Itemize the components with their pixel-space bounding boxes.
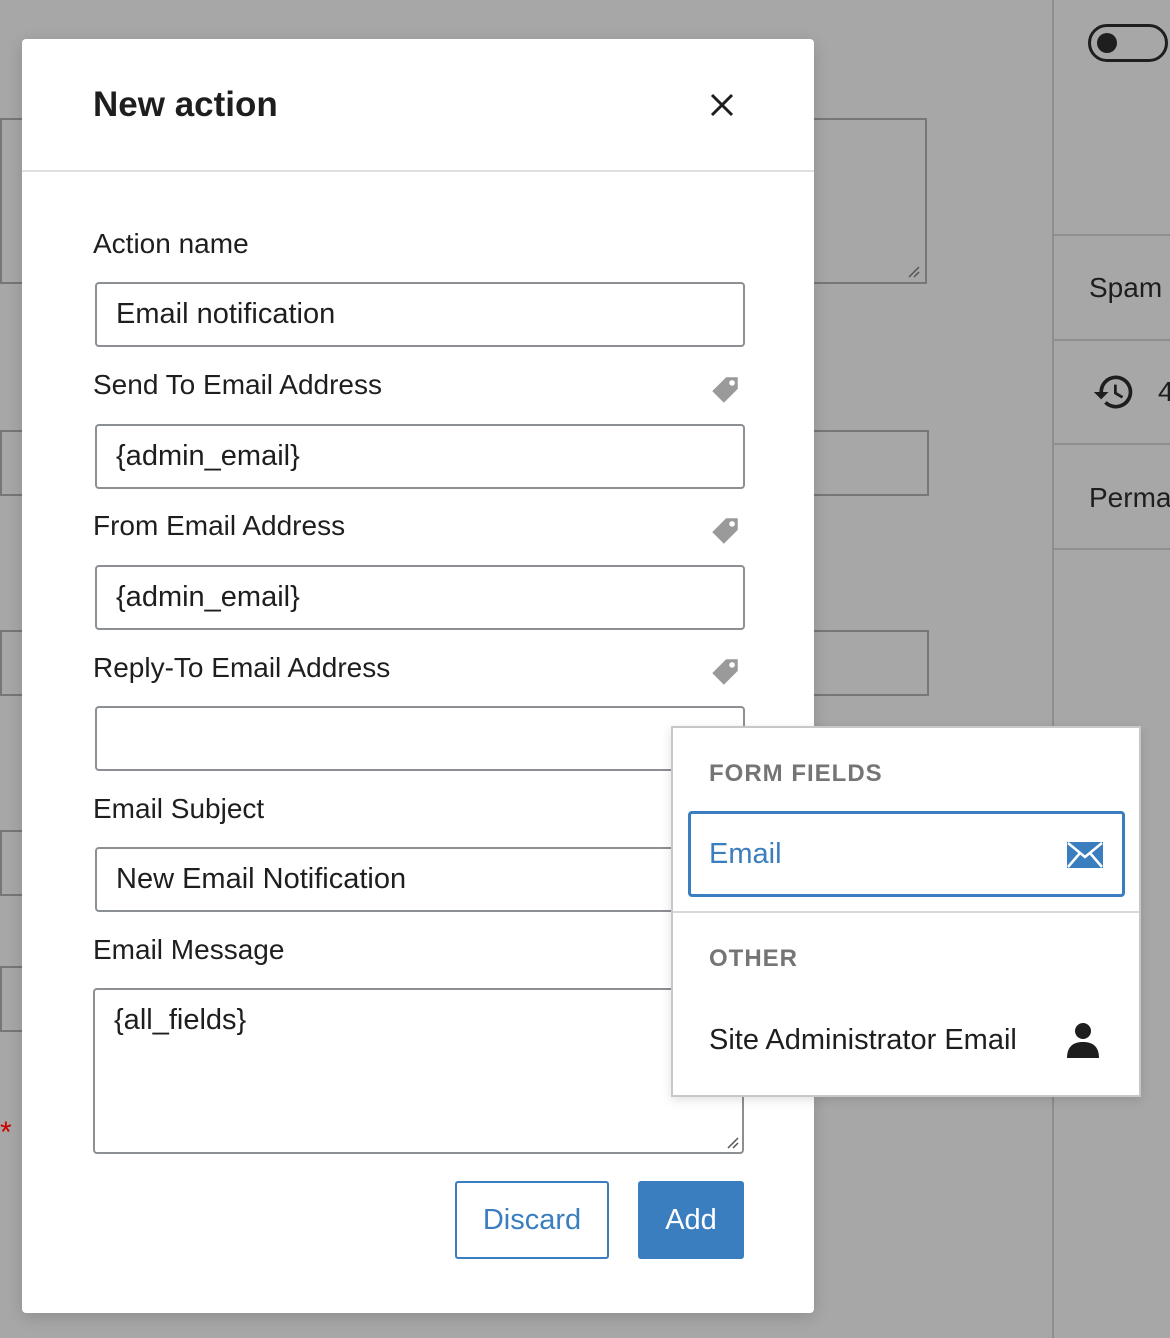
divider [1054, 339, 1170, 341]
bg-sidebar [1052, 0, 1170, 1338]
user-icon [1067, 1023, 1099, 1058]
divider [1054, 234, 1170, 236]
sidebar-item-spam: Spam [1089, 272, 1163, 303]
discard-button[interactable]: Discard [455, 1181, 609, 1259]
modal-header: New action [22, 39, 814, 172]
email-subject-input[interactable]: New Email Notification [95, 847, 745, 912]
envelope-icon [1067, 842, 1103, 868]
close-button[interactable] [702, 85, 742, 125]
history-icon [1093, 375, 1133, 409]
resize-handle-icon [908, 266, 920, 278]
add-button[interactable]: Add [638, 1181, 744, 1259]
revisions-count: 4 [1158, 376, 1170, 407]
required-marker: * [0, 1116, 12, 1149]
reply-to-label: Reply-To Email Address [93, 652, 391, 683]
reply-to-input[interactable] [95, 706, 745, 771]
new-action-modal: New action Action name Email notificatio… [22, 39, 814, 1313]
dropdown-divider [673, 911, 1139, 913]
from-email-label: From Email Address [93, 510, 346, 541]
section-heading-form-fields: FORM FIELDS [709, 760, 883, 787]
divider [1054, 443, 1170, 445]
section-heading-other: OTHER [709, 945, 798, 972]
action-name-label: Action name [93, 228, 249, 259]
modal-title: New action [93, 85, 278, 124]
dropdown-item-email[interactable]: Email [688, 811, 1125, 897]
dropdown-item-label: Site Administrator Email [709, 1024, 1017, 1056]
email-message-value: {all_fields} [114, 1004, 247, 1036]
tag-icon[interactable] [708, 373, 742, 407]
send-to-label: Send To Email Address [93, 369, 382, 400]
action-name-input[interactable]: Email notification [95, 282, 745, 347]
sidebar-item-permalink: Perma [1089, 482, 1170, 513]
send-to-input[interactable]: {admin_email} [95, 424, 745, 489]
dropdown-item-site-admin-email[interactable]: Site Administrator Email [688, 1006, 1125, 1076]
tag-icon[interactable] [708, 514, 742, 548]
tag-icon[interactable] [708, 655, 742, 689]
email-message-label: Email Message [93, 934, 285, 965]
email-subject-label: Email Subject [93, 793, 265, 824]
toggle-switch [1088, 24, 1168, 62]
dropdown-item-label: Email [709, 838, 782, 870]
tag-dropdown: FORM FIELDS Email OTHER Site Administrat… [671, 726, 1141, 1097]
close-icon [710, 93, 734, 117]
divider [1054, 548, 1170, 550]
from-email-input[interactable]: {admin_email} [95, 565, 745, 630]
email-message-textarea[interactable]: {all_fields} [93, 988, 744, 1154]
resize-handle-icon[interactable] [725, 1135, 739, 1149]
